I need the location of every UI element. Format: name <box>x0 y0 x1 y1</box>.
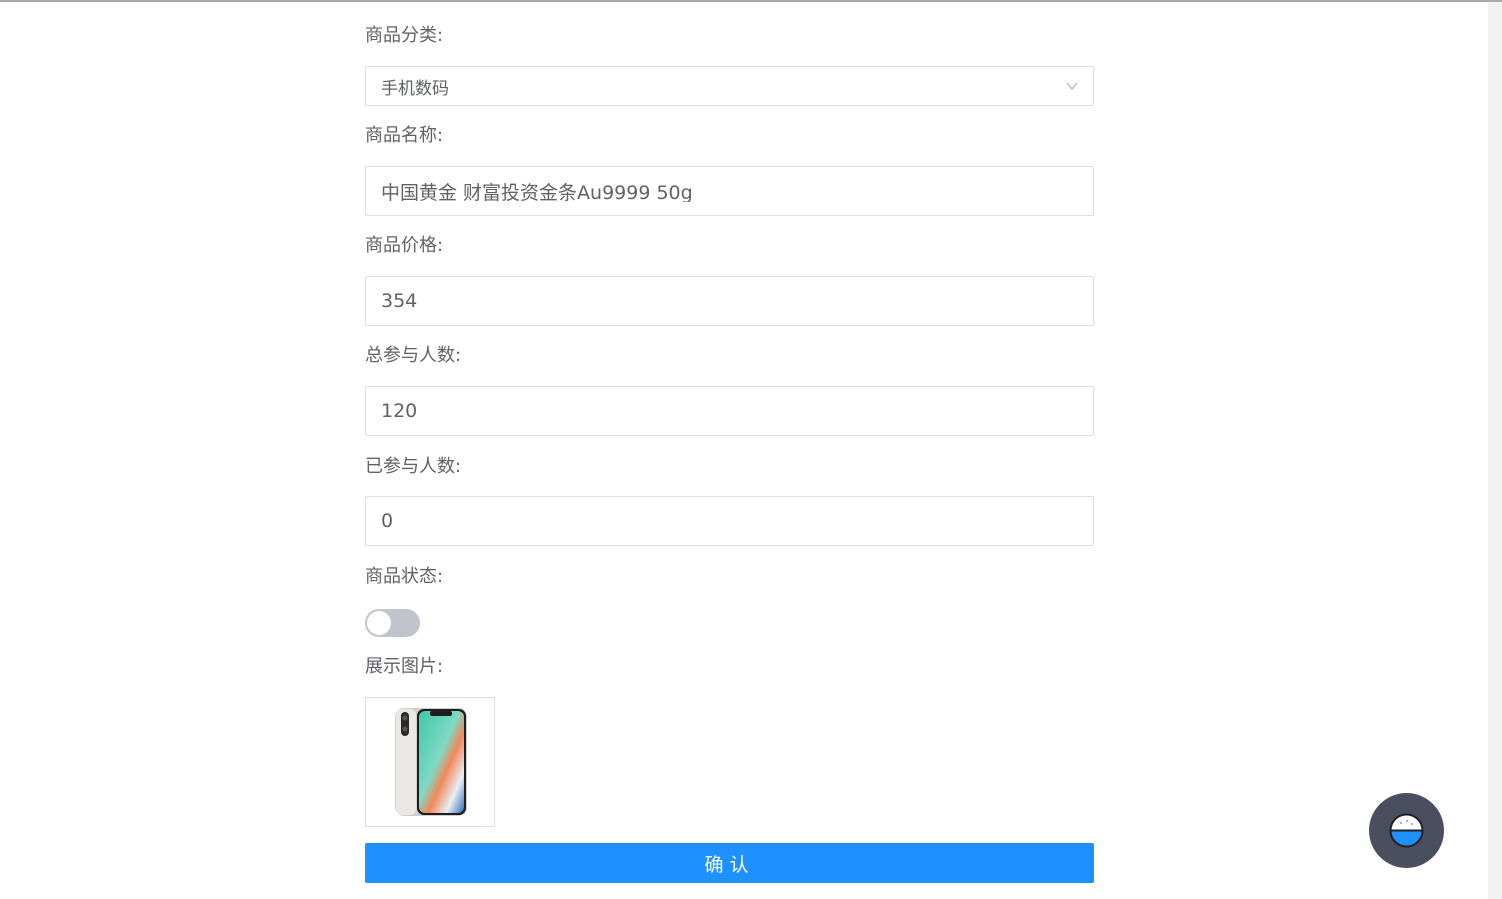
image-label: 展示图片: <box>365 656 444 677</box>
category-label: 商品分类: <box>365 25 444 46</box>
name-field-wrapper <box>365 166 1094 216</box>
category-select[interactable]: 手机数码 <box>365 66 1094 106</box>
image-upload[interactable] <box>365 697 495 827</box>
rice-bowl-icon <box>1389 813 1424 848</box>
chevron-down-icon <box>1066 82 1078 91</box>
product-name-input[interactable] <box>381 180 1093 202</box>
name-label: 商品名称: <box>365 125 444 146</box>
floating-action-button[interactable] <box>1369 793 1444 868</box>
page-scrollbar[interactable] <box>1488 2 1502 899</box>
total-participants-label: 总参与人数: <box>365 345 462 366</box>
confirm-button[interactable]: 确认 <box>365 843 1094 883</box>
total-participants-input[interactable] <box>381 400 1093 422</box>
status-toggle[interactable] <box>365 609 420 637</box>
price-field-wrapper <box>365 276 1094 326</box>
toggle-knob <box>367 611 391 635</box>
smartphone-image <box>395 708 467 816</box>
joined-participants-label: 已参与人数: <box>365 456 462 477</box>
product-price-input[interactable] <box>381 290 1093 312</box>
category-select-value: 手机数码 <box>381 78 449 99</box>
total-participants-field-wrapper <box>365 386 1094 436</box>
price-label: 商品价格: <box>365 235 444 256</box>
status-label: 商品状态: <box>365 566 444 587</box>
joined-participants-input[interactable] <box>381 510 1093 532</box>
joined-participants-field-wrapper <box>365 496 1094 546</box>
top-divider <box>0 0 1502 2</box>
